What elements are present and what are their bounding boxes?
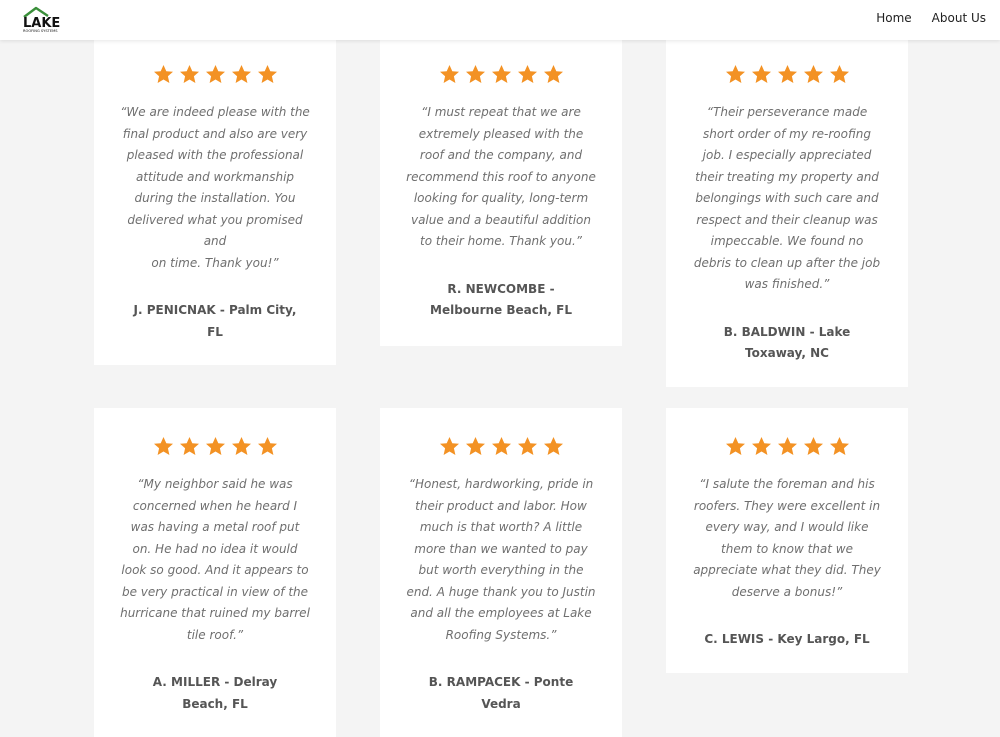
star-icon: [491, 437, 511, 455]
main-nav: Home About Us: [876, 11, 986, 25]
nav-about-us[interactable]: About Us: [932, 11, 986, 25]
star-icon: [803, 65, 823, 83]
star-icon: [777, 65, 797, 83]
testimonial-author: B. RAMPACEK - Ponte Vedra: [428, 675, 574, 711]
testimonial-author: J. PENICNAK - Palm City, FL: [133, 303, 297, 339]
star-rating: [108, 64, 322, 84]
star-icon: [439, 65, 459, 83]
testimonial-author: C. LEWIS - Key Largo, FL: [704, 632, 870, 646]
star-icon: [517, 437, 537, 455]
testimonial-quote: “I salute the foreman and his roofers. T…: [693, 477, 881, 599]
star-icon: [777, 437, 797, 455]
star-icon: [153, 65, 173, 83]
star-icon: [491, 65, 511, 83]
testimonial-card: “I salute the foreman and his roofers. T…: [666, 408, 908, 673]
star-icon: [725, 65, 745, 83]
testimonial-quote: “I must repeat that we are extremely ple…: [406, 105, 596, 248]
testimonial-card: “Their perseverance made short order of …: [666, 36, 908, 387]
star-icon: [257, 65, 277, 83]
star-icon: [543, 65, 563, 83]
testimonial-card: “I must repeat that we are extremely ple…: [380, 36, 622, 346]
star-icon: [465, 65, 485, 83]
star-icon: [829, 437, 849, 455]
testimonial-card: “Honest, hardworking, pride in their pro…: [380, 408, 622, 737]
star-rating: [108, 436, 322, 456]
star-icon: [751, 437, 771, 455]
testimonial-author: B. BALDWIN - Lake Toxaway, NC: [723, 324, 851, 361]
testimonial-quote: “We are indeed please with the final pro…: [120, 105, 310, 270]
star-icon: [179, 437, 199, 455]
star-icon: [205, 65, 225, 83]
testimonial-quote: “Their perseverance made short order of …: [693, 105, 881, 291]
star-icon: [205, 437, 225, 455]
star-icon: [543, 437, 563, 455]
logo-icon: LAKE ROOFING SYSTEMS: [23, 6, 60, 33]
testimonial-card: “My neighbor said he was concerned when …: [94, 408, 336, 737]
star-rating: [394, 436, 608, 456]
star-icon: [439, 437, 459, 455]
star-icon: [231, 65, 251, 83]
star-rating: [680, 436, 894, 456]
svg-text:ROOFING SYSTEMS: ROOFING SYSTEMS: [23, 29, 58, 33]
star-icon: [179, 65, 199, 83]
star-icon: [465, 437, 485, 455]
testimonial-author: A. MILLER - Delray Beach, FL: [152, 675, 278, 711]
testimonial-card: “We are indeed please with the final pro…: [94, 36, 336, 365]
star-icon: [725, 437, 745, 455]
testimonial-quote: “My neighbor said he was concerned when …: [120, 477, 310, 642]
star-rating: [394, 64, 608, 84]
site-header: LAKE ROOFING SYSTEMS Home About Us: [0, 0, 1000, 40]
star-icon: [231, 437, 251, 455]
star-icon: [829, 65, 849, 83]
lake-roofing-logo[interactable]: LAKE ROOFING SYSTEMS: [22, 5, 78, 33]
star-icon: [257, 437, 277, 455]
star-rating: [680, 64, 894, 84]
star-icon: [153, 437, 173, 455]
testimonial-quote: “Honest, hardworking, pride in their pro…: [406, 477, 596, 642]
nav-home[interactable]: Home: [876, 11, 911, 25]
star-icon: [751, 65, 771, 83]
star-icon: [803, 437, 823, 455]
testimonial-author: R. NEWCOMBE - Melbourne Beach, FL: [430, 281, 572, 318]
star-icon: [517, 65, 537, 83]
